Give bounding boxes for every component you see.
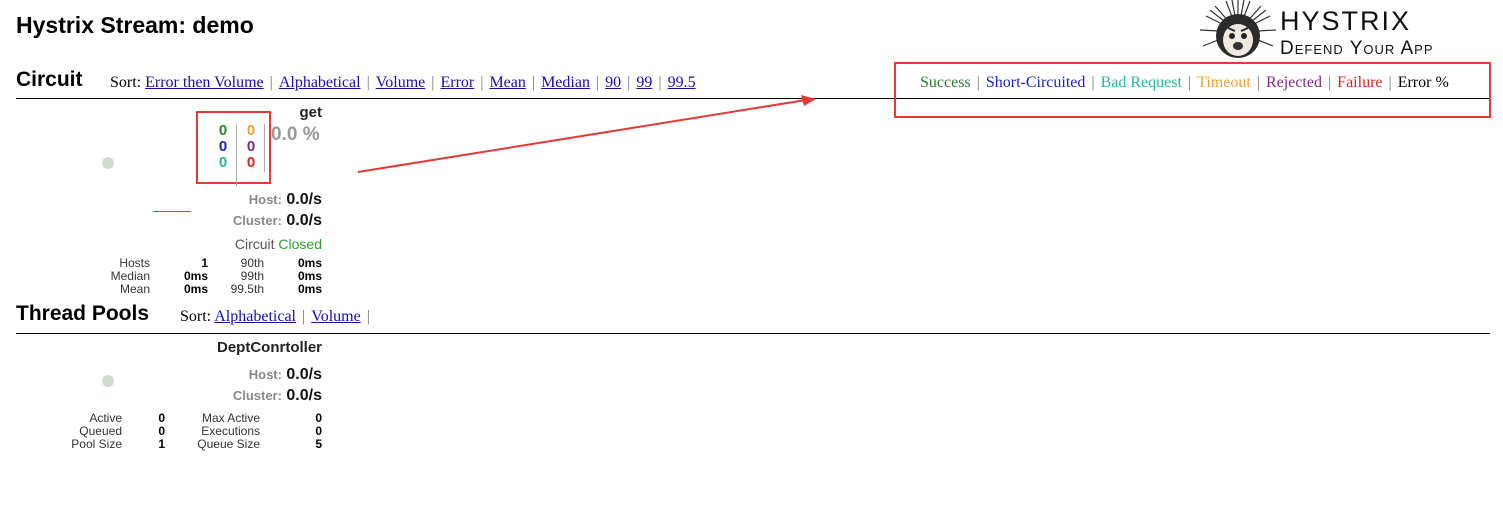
circuit-name: get: [299, 104, 323, 121]
stat-label: Queued: [79, 424, 122, 438]
circuit-health-indicator: [102, 157, 114, 169]
stat-label: Executions: [201, 424, 260, 438]
stat-value: 0ms: [183, 282, 208, 296]
host-label: Host:: [248, 192, 282, 207]
host-label: Host:: [248, 367, 282, 382]
stat-label: Max Active: [201, 411, 260, 425]
sort-alphabetical-link[interactable]: Alphabetical: [279, 74, 361, 91]
thread-pools-divider: [16, 333, 1490, 334]
stat-label: 90th: [240, 256, 264, 270]
cluster-rate: 0.0/s: [286, 212, 322, 229]
stat-label: Active: [89, 411, 122, 425]
cluster-rate: 0.0/s: [286, 387, 322, 404]
legend-annotation-box: [894, 62, 1491, 118]
stat-value: 0ms: [297, 256, 322, 270]
count-timeout: 0: [246, 122, 256, 139]
sort-99-5-link[interactable]: 99.5: [668, 74, 696, 91]
host-rate: 0.0/s: [286, 191, 322, 208]
hedgehog-logo-icon: [1199, 0, 1277, 58]
stat-value: 0ms: [297, 269, 322, 283]
stat-value: 1: [201, 256, 208, 270]
hystrix-logo: HYSTRIX Defend Your App: [1198, 0, 1498, 64]
thread-pool-name: DeptConrtoller: [217, 339, 322, 356]
thread-pool-health-indicator: [102, 375, 114, 387]
host-rate-row: Host: 0.0/s: [180, 191, 322, 209]
thread-sort-alphabetical-link[interactable]: Alphabetical: [214, 308, 296, 325]
sort-error-link[interactable]: Error: [440, 74, 474, 91]
count-short-circuited: 0: [218, 138, 228, 155]
logo-tagline: Defend Your App: [1280, 38, 1434, 59]
stat-label: Hosts: [119, 256, 150, 270]
cluster-label: Cluster:: [232, 213, 282, 228]
circuit-status: Circuit Closed: [180, 236, 322, 252]
thread-pools-section-title: Thread Pools: [16, 302, 150, 325]
thread-cluster-rate-row: Cluster: 0.0/s: [180, 387, 322, 405]
page-title: Hystrix Stream: demo: [16, 12, 254, 38]
sort-label: Sort:: [110, 74, 142, 91]
stat-value: 1: [158, 437, 165, 451]
stat-label: Mean: [119, 282, 150, 296]
count-rejected: 0: [246, 138, 256, 155]
sort-label: Sort:: [180, 308, 212, 325]
stat-value: 0ms: [297, 282, 322, 296]
counts-divider: [236, 124, 237, 186]
logo-title: HYSTRIX: [1280, 6, 1412, 36]
sort-median-link[interactable]: Median: [541, 74, 590, 91]
stat-value: 0: [158, 424, 165, 438]
stat-value: 0ms: [183, 269, 208, 283]
stat-value: 0: [315, 411, 322, 425]
stat-label: Median: [110, 269, 150, 283]
count-success: 0: [218, 122, 228, 139]
sort-mean-link[interactable]: Mean: [489, 74, 525, 91]
sort-volume-link[interactable]: Volume: [376, 74, 425, 91]
sort-99-link[interactable]: 99: [636, 74, 652, 91]
cluster-rate-row: Cluster: 0.0/s: [180, 212, 322, 230]
stat-value: 0: [158, 411, 165, 425]
host-rate: 0.0/s: [286, 366, 322, 383]
circuit-section-title: Circuit: [16, 68, 83, 91]
stat-label: Pool Size: [71, 437, 122, 451]
thread-sort-volume-link[interactable]: Volume: [311, 308, 360, 325]
thread-host-rate-row: Host: 0.0/s: [180, 366, 322, 384]
stat-value: 5: [315, 437, 322, 451]
count-bad-request: 0: [218, 154, 228, 171]
stat-label: 99.5th: [230, 282, 264, 296]
error-percentage: 0.0 %: [271, 124, 320, 145]
stat-label: Queue Size: [197, 437, 260, 451]
sort-90-link[interactable]: 90: [605, 74, 621, 91]
circuit-sort-bar: Sort: Error then Volume | Alphabetical | Vol…: [110, 74, 696, 91]
sort-error-then-volume-link[interactable]: Error then Volume: [145, 74, 264, 91]
counts-annotation-box: [196, 111, 271, 184]
stat-value: 0: [315, 424, 322, 438]
thread-pools-sort-bar: Sort: Alphabetical | Volume |: [180, 308, 370, 325]
circuit-status-label: Circuit: [234, 236, 275, 252]
circuit-state: Closed: [278, 236, 322, 252]
cluster-label: Cluster:: [232, 388, 282, 403]
count-failure: 0: [246, 154, 256, 171]
counts-divider-right: [264, 124, 265, 172]
stat-label: 99th: [240, 269, 264, 283]
